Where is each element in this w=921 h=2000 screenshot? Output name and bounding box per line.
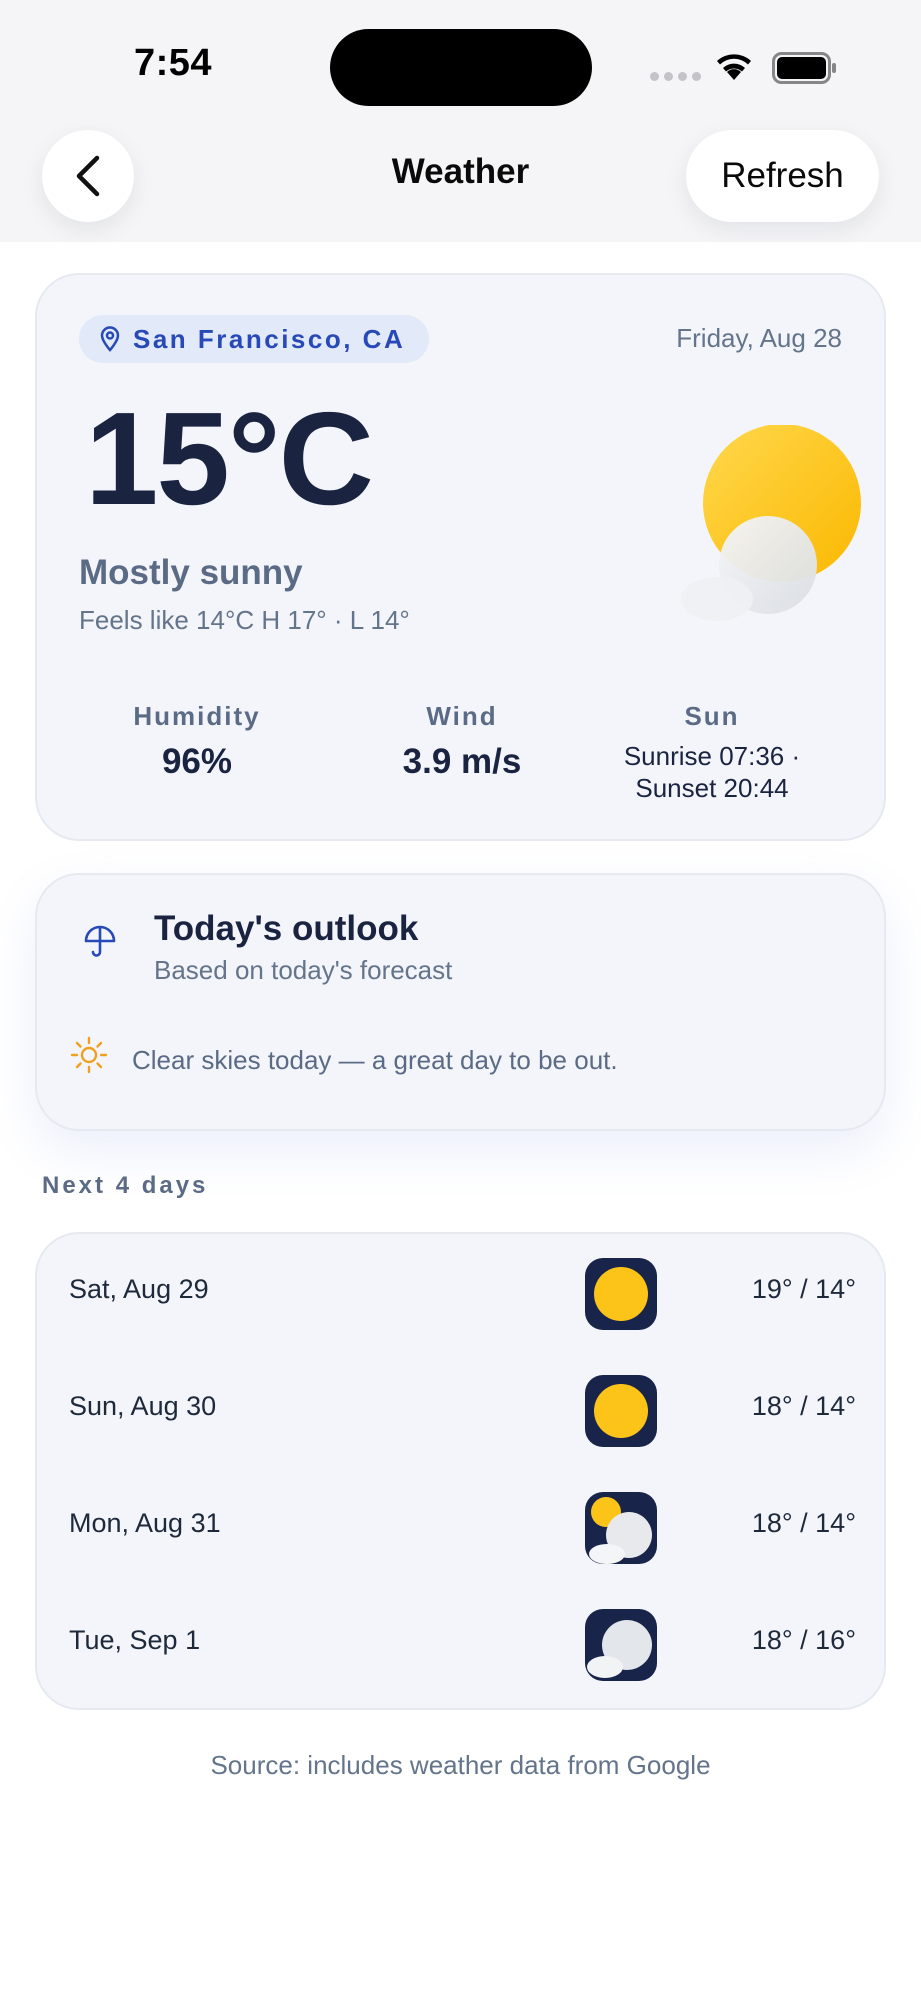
- location-name: San Francisco, CA: [133, 323, 406, 354]
- forecast-temps: 19° / 14°: [751, 1274, 856, 1304]
- outlook-message: Clear skies today — a great day to be ou…: [132, 1045, 618, 1075]
- sunset-time: Sunset 20:44: [635, 773, 789, 803]
- forecast-card: Sat, Aug 29 19° / 14° Sun, Aug 30 18° / …: [35, 1232, 886, 1710]
- sunrise-time: Sunrise 07:36 ·: [623, 741, 801, 771]
- forecast-row[interactable]: Mon, Aug 31 18° / 14°: [37, 1468, 888, 1585]
- status-icons: [650, 48, 840, 88]
- current-date: Friday, Aug 28: [676, 323, 842, 353]
- cloud-icon: [585, 1609, 657, 1681]
- top-bar: 7:54 Weather Refresh: [0, 0, 921, 242]
- feels-like-line: Feels like 14°C H 17° · L 14°: [79, 605, 410, 635]
- wifi-icon: [717, 54, 751, 80]
- humidity-value: 96%: [161, 742, 233, 781]
- wind-value: 3.9 m/s: [402, 742, 522, 781]
- forecast-temps: 18° / 14°: [751, 1391, 856, 1421]
- sun-behind-cloud-icon: [681, 425, 861, 621]
- sun-stat: Sun Sunrise 07:36 · Sunset 20:44: [597, 701, 827, 804]
- forecast-temps: 18° / 14°: [751, 1508, 856, 1538]
- current-weather-card: San Francisco, CA Friday, Aug 28 15°C Mo…: [35, 273, 886, 841]
- refresh-button[interactable]: Refresh: [686, 130, 879, 222]
- wind-label: Wind: [426, 701, 498, 731]
- sun-label: Sun: [684, 701, 740, 731]
- outlook-subtitle: Based on today's forecast: [154, 955, 453, 985]
- forecast-day: Sat, Aug 29: [69, 1274, 209, 1304]
- forecast-section-label: Next 4 days: [42, 1172, 209, 1199]
- location-pin-icon: [100, 326, 120, 352]
- humidity-label: Humidity: [133, 701, 261, 731]
- current-temperature: 15°C: [85, 385, 374, 532]
- sun-icon: [70, 1036, 108, 1074]
- forecast-temps: 18° / 16°: [751, 1625, 856, 1655]
- sun-icon: [585, 1258, 657, 1330]
- forecast-row[interactable]: Tue, Sep 1 18° / 16°: [37, 1585, 888, 1702]
- cellular-signal-icon: [650, 72, 701, 81]
- status-time: 7:54: [134, 42, 213, 84]
- current-condition: Mostly sunny: [79, 553, 303, 592]
- humidity-stat: Humidity 96%: [97, 701, 297, 782]
- data-source-note: Source: includes weather data from Googl…: [210, 1750, 711, 1780]
- forecast-day: Mon, Aug 31: [69, 1508, 221, 1538]
- forecast-day: Tue, Sep 1: [69, 1625, 201, 1655]
- outlook-title: Today's outlook: [154, 909, 419, 948]
- battery-icon: [772, 52, 836, 84]
- dynamic-island: [330, 29, 592, 106]
- wind-stat: Wind 3.9 m/s: [362, 701, 562, 782]
- sun-icon: [585, 1375, 657, 1447]
- location-pill[interactable]: San Francisco, CA: [79, 315, 430, 363]
- todays-outlook-card: Today's outlook Based on today's forecas…: [35, 873, 886, 1131]
- umbrella-icon: [84, 925, 116, 957]
- forecast-row[interactable]: Sun, Aug 30 18° / 14°: [37, 1351, 888, 1468]
- forecast-day: Sun, Aug 30: [69, 1391, 217, 1421]
- partly-cloudy-icon: [585, 1492, 657, 1564]
- forecast-row[interactable]: Sat, Aug 29 19° / 14°: [37, 1234, 888, 1351]
